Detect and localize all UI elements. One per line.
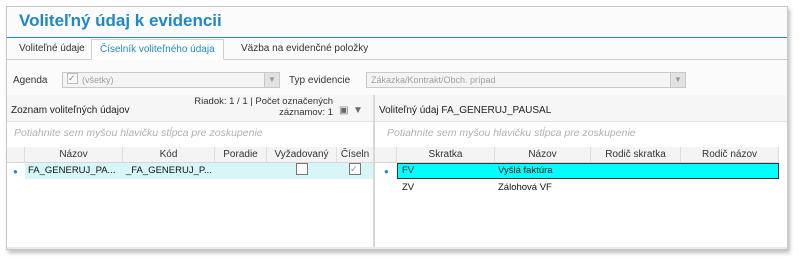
cell-nazov[interactable]: FA_GENERUJ_PA... — [25, 163, 123, 179]
tab-volitelne-udaje[interactable]: Voliteľné údaje — [11, 39, 93, 59]
group-by-area[interactable]: Potiahnite sem myšou hlavičku stĺpca pre… — [7, 122, 373, 144]
agenda-label: Agenda — [13, 75, 48, 86]
agenda-combo[interactable]: (všetky) ▼ — [62, 72, 280, 88]
column-header-kod[interactable]: Kód — [123, 147, 215, 163]
cell-kod[interactable]: _FA_GENERUJ_P... — [123, 163, 215, 179]
column-header-vyzadovany[interactable]: Vyžadovaný — [267, 147, 337, 163]
column-header-rodic-skratka[interactable]: Rodič skratka — [591, 147, 681, 163]
cell-rodic-nazov[interactable] — [681, 180, 777, 196]
column-header-poradie[interactable]: Poradie — [215, 147, 267, 163]
left-grid: Názov Kód Poradie Vyžadovaný Číseln ● FA… — [7, 147, 373, 187]
title-underline — [7, 37, 787, 38]
vyzadovany-checkbox[interactable] — [296, 163, 308, 175]
filter-icon[interactable]: ▼ — [353, 105, 363, 116]
chevron-down-icon[interactable]: ▼ — [264, 73, 279, 87]
cell-ciselnik[interactable] — [337, 163, 373, 179]
agenda-value: (všetky) — [82, 75, 114, 85]
typ-evidencie-value: Zákazka/Kontrakt/Obch. prípad — [371, 75, 496, 85]
cell-vyzadovany[interactable] — [267, 163, 337, 179]
right-panel-title: Voliteľný údaj FA_GENERUJ_PAUSAL — [379, 105, 552, 116]
cell-skratka[interactable]: ZV — [399, 180, 495, 196]
column-header-nazov[interactable]: Názov — [495, 147, 591, 163]
row-indicator-icon: ● — [384, 167, 389, 176]
record-info: Riadok: 1 / 1 | Počet označených záznamo… — [177, 96, 333, 118]
typ-evidencie-combo[interactable]: Zákazka/Kontrakt/Obch. prípad ▼ — [366, 72, 686, 88]
right-panel: Voliteľný údaj FA_GENERUJ_PAUSAL Potiahn… — [375, 95, 787, 249]
window-title: Voliteľný údaj k evidencii — [19, 11, 222, 30]
chevron-down-icon[interactable]: ▼ — [670, 73, 685, 87]
row-indicator-icon: ● — [13, 167, 18, 176]
grid-header-indicator — [7, 147, 25, 163]
left-panel-title: Zoznam voliteľných údajov — [11, 105, 130, 116]
column-header-ciselnik[interactable]: Číseln — [337, 147, 373, 163]
column-header-nazov[interactable]: Názov — [25, 147, 123, 163]
right-grid: Skratka Názov Rodič skratka Rodič názov … — [375, 147, 787, 207]
grid-header-indicator — [375, 147, 397, 163]
ciselnik-checkbox[interactable] — [349, 163, 361, 177]
column-header-skratka[interactable]: Skratka — [397, 147, 495, 163]
group-by-area[interactable]: Potiahnite sem myšou hlavičku stĺpca pre… — [375, 122, 787, 144]
left-panel: Zoznam voliteľných údajov Riadok: 1 / 1 … — [7, 95, 373, 249]
cell-rodic-nazov[interactable] — [681, 163, 777, 179]
dialog-window: Voliteľný údaj k evidencii Voliteľné úda… — [6, 6, 788, 250]
right-panel-header: Voliteľný údaj FA_GENERUJ_PAUSAL — [375, 95, 787, 122]
tab-ciselnik-volitelneho-udaja[interactable]: Číselník voliteľného údaja — [91, 39, 224, 60]
agenda-checkbox[interactable] — [67, 73, 78, 85]
bottom-border — [7, 247, 787, 249]
cell-poradie[interactable] — [215, 163, 267, 179]
cell-nazov[interactable]: Zálohová VF — [495, 180, 591, 196]
record-info-line2: záznamov: 1 — [279, 107, 333, 118]
export-icon[interactable]: ▣ — [339, 105, 348, 116]
column-header-rodic-nazov[interactable]: Rodič názov — [681, 147, 779, 163]
left-panel-header: Zoznam voliteľných údajov Riadok: 1 / 1 … — [7, 95, 373, 122]
cell-rodic-skratka[interactable] — [591, 163, 681, 179]
record-info-line1: Riadok: 1 / 1 | Počet označených — [194, 96, 333, 107]
tab-vazba-na-evidencne-polozky[interactable]: Väzba na evidenčné položky — [233, 39, 376, 59]
cell-skratka[interactable]: FV — [399, 163, 495, 179]
typ-evidencie-label: Typ evidencie — [289, 75, 351, 86]
cell-rodic-skratka[interactable] — [591, 180, 681, 196]
cell-nazov[interactable]: Vyšlá faktúra — [495, 163, 591, 179]
tab-bar: Voliteľné údaje Číselník voliteľného úda… — [7, 39, 787, 60]
filter-toolbar: Agenda (všetky) ▼ Typ evidencie Zákazka/… — [7, 61, 787, 93]
